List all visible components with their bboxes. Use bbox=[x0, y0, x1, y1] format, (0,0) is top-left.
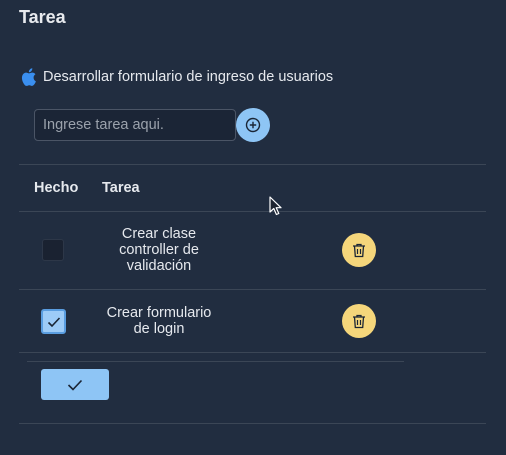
add-task-button[interactable] bbox=[236, 108, 270, 142]
page-title: Tarea bbox=[19, 7, 66, 27]
task-input[interactable] bbox=[34, 109, 236, 141]
delete-task-button[interactable] bbox=[342, 233, 376, 267]
project-name: Desarrollar formulario de ingreso de usu… bbox=[43, 69, 334, 85]
trash-icon bbox=[353, 243, 365, 257]
check-icon bbox=[47, 316, 60, 327]
trash-icon bbox=[353, 314, 365, 328]
divider bbox=[19, 211, 486, 212]
check-icon bbox=[67, 379, 83, 391]
project-row: Desarrollar formulario de ingreso de usu… bbox=[19, 67, 333, 87]
header-done: Hecho bbox=[34, 180, 79, 196]
task-text: Crear clase controller de validación bbox=[119, 226, 199, 274]
divider bbox=[27, 361, 404, 362]
mouse-cursor-icon bbox=[269, 196, 282, 216]
header-task: Tarea bbox=[102, 180, 140, 196]
task-checkbox-checked[interactable] bbox=[41, 309, 66, 334]
apple-icon bbox=[21, 68, 36, 86]
delete-task-button[interactable] bbox=[342, 304, 376, 338]
divider bbox=[19, 289, 486, 290]
divider bbox=[19, 164, 486, 165]
confirm-button[interactable] bbox=[41, 369, 109, 400]
plus-circle-icon bbox=[245, 117, 261, 133]
task-text: Crear formulario de login bbox=[106, 305, 212, 337]
divider bbox=[19, 352, 486, 353]
new-task-row bbox=[34, 108, 270, 142]
task-checkbox[interactable] bbox=[42, 239, 64, 261]
divider bbox=[19, 423, 486, 424]
